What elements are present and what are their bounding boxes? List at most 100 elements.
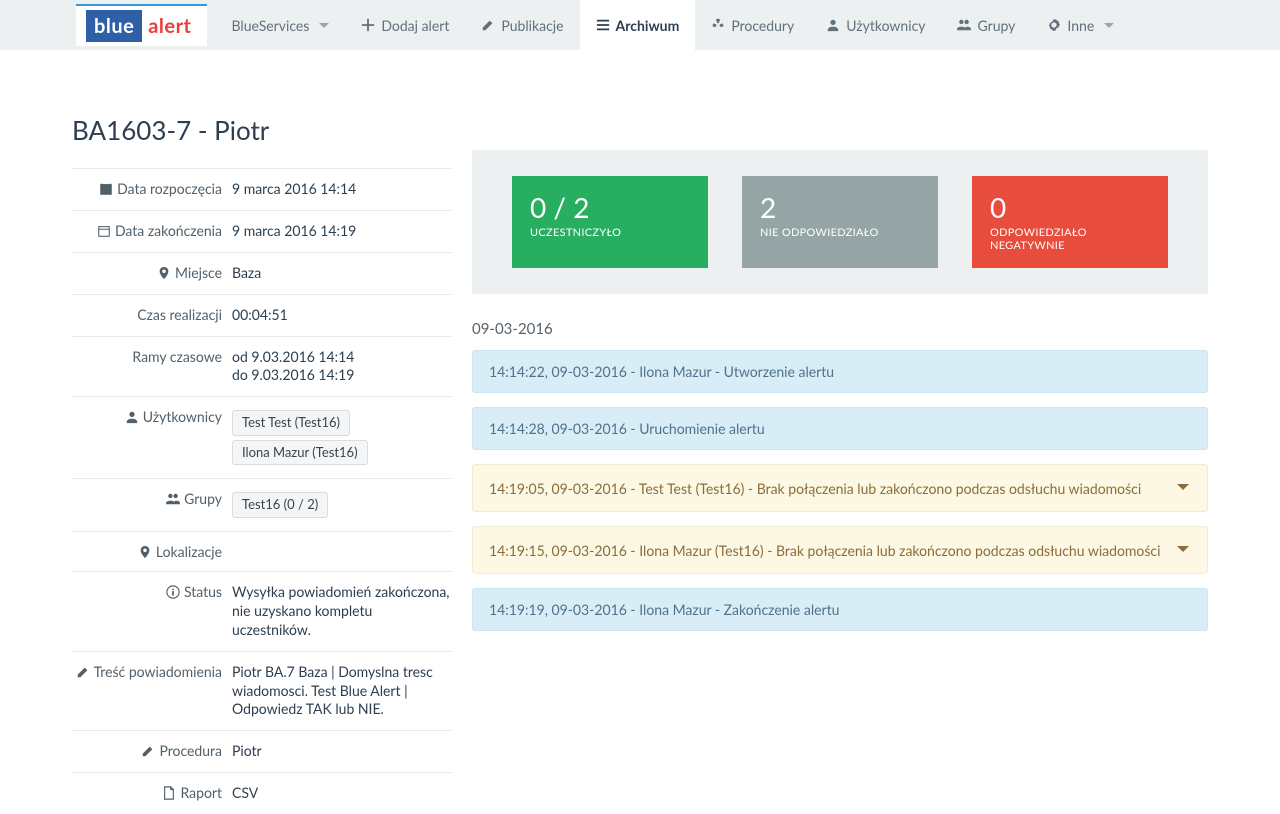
row-start-value: 9 marca 2016 14:14 (232, 169, 452, 211)
users-icon (166, 491, 180, 507)
log-list: 14:14:22, 09-03-2016 - Ilona Mazur - Utw… (472, 350, 1208, 631)
group-tag[interactable]: Test16 (0 / 2) (232, 492, 328, 518)
row-status-value: Wysyłka powiadomień zakończona, nie uzys… (232, 571, 452, 651)
activity-panel: 0 / 2 UCZESTNICZYŁO 2 NIE ODPOWIEDZIAŁO … (472, 114, 1208, 814)
row-message-value: Piotr BA.7 Baza | Domyslna tresc wiadomo… (232, 651, 452, 731)
nav-archiwum-label: Archiwum (616, 17, 680, 34)
calendar-icon (97, 223, 111, 239)
row-end-label: Data zakończenia (115, 222, 222, 239)
nav-uzytkownicy[interactable]: Użytkownicy (810, 0, 941, 50)
row-report-label: Raport (180, 784, 222, 801)
stat-participated-label: UCZESTNICZYŁO (530, 226, 690, 239)
main-navbar: blue alert BlueServices Dodaj alert Publ… (0, 0, 1280, 50)
row-groups-label: Grupy (184, 490, 222, 507)
details-table: Data rozpoczęcia 9 marca 2016 14:14 Data… (72, 168, 452, 814)
list-icon (596, 17, 610, 33)
row-end: Data zakończenia 9 marca 2016 14:19 (72, 210, 452, 252)
nav-blueservices[interactable]: BlueServices (215, 0, 345, 50)
chevron-down-icon[interactable] (1175, 477, 1191, 499)
row-groups: Grupy Test16 (0 / 2) (72, 479, 452, 532)
row-duration-label: Czas realizacji (137, 306, 222, 323)
details-panel: BA1603-7 - Piotr Data rozpoczęcia 9 marc… (72, 114, 452, 814)
log-entry[interactable]: 14:19:05, 09-03-2016 - Test Test (Test16… (472, 464, 1208, 512)
log-entry-text: 14:19:15, 09-03-2016 - Ilona Mazur (Test… (489, 542, 1160, 559)
nav-dodaj-alert-label: Dodaj alert (381, 17, 449, 34)
row-timeframe: Ramy czasowe od 9.03.2016 14:14 do 9.03.… (72, 336, 452, 397)
log-entry: 14:19:19, 09-03-2016 - Ilona Mazur - Zak… (472, 588, 1208, 631)
log-entry-text: 14:19:05, 09-03-2016 - Test Test (Test16… (489, 480, 1141, 497)
nav-publikacje[interactable]: Publikacje (465, 0, 579, 50)
nav-inne-label: Inne (1067, 17, 1094, 34)
stat-neg-reply-label: ODPOWIEDZIAŁO NEGATYWNIE (990, 226, 1150, 252)
user-tag[interactable]: Test Test (Test16) (232, 410, 350, 436)
file-icon (162, 785, 176, 801)
logo-alert: alert (142, 10, 197, 42)
nav-inne[interactable]: Inne (1031, 0, 1130, 50)
logo-blue: blue (86, 10, 142, 42)
row-start: Data rozpoczęcia 9 marca 2016 14:14 (72, 169, 452, 211)
row-procedure-value: Piotr (232, 731, 452, 773)
stat-neg-reply-num: 0 (990, 190, 1150, 224)
row-procedure: Procedura Piotr (72, 731, 452, 773)
row-duration: Czas realizacji 00:04:51 (72, 294, 452, 336)
pencil-icon (141, 743, 155, 759)
nav-procedury-label: Procedury (731, 17, 794, 34)
nav-uzytkownicy-label: Użytkownicy (846, 17, 925, 34)
plus-icon (361, 17, 375, 33)
log-entry: 14:14:22, 09-03-2016 - Ilona Mazur - Utw… (472, 350, 1208, 393)
stats-bar: 0 / 2 UCZESTNICZYŁO 2 NIE ODPOWIEDZIAŁO … (472, 150, 1208, 294)
stat-no-reply-num: 2 (760, 190, 920, 224)
row-status: Status Wysyłka powiadomień zakończona, n… (72, 571, 452, 651)
info-icon (166, 584, 180, 600)
user-icon (125, 409, 139, 425)
stat-participated[interactable]: 0 / 2 UCZESTNICZYŁO (512, 176, 708, 268)
row-place: Miejsce Baza (72, 252, 452, 294)
row-users-label: Użytkownicy (143, 408, 222, 425)
logo[interactable]: blue alert (76, 4, 207, 46)
nav-archiwum[interactable]: Archiwum (580, 0, 696, 50)
log-date: 09-03-2016 (472, 320, 1208, 338)
nav-procedury[interactable]: Procedury (695, 0, 810, 50)
map-pin-icon (138, 544, 152, 560)
stat-no-reply-label: NIE ODPOWIEDZIAŁO (760, 226, 920, 239)
nav-dodaj-alert[interactable]: Dodaj alert (345, 0, 465, 50)
row-locations: Lokalizacje (72, 531, 452, 571)
row-timeframe-label: Ramy czasowe (132, 348, 222, 365)
caret-down-icon (319, 23, 329, 28)
log-entry-text: 14:19:19, 09-03-2016 - Ilona Mazur - Zak… (489, 601, 839, 618)
chevron-down-icon[interactable] (1175, 539, 1191, 561)
map-pin-icon (157, 265, 171, 281)
row-status-label: Status (184, 583, 222, 600)
nav-blueservices-label: BlueServices (231, 17, 309, 34)
user-icon (826, 17, 840, 33)
stat-participated-num: 0 / 2 (530, 190, 690, 224)
report-csv-link[interactable]: CSV (232, 784, 258, 801)
row-start-label: Data rozpoczęcia (117, 180, 222, 197)
row-place-value: Baza (232, 252, 452, 294)
log-entry[interactable]: 14:19:15, 09-03-2016 - Ilona Mazur (Test… (472, 526, 1208, 574)
log-entry-text: 14:14:22, 09-03-2016 - Ilona Mazur - Utw… (489, 363, 834, 380)
log-entry: 14:14:28, 09-03-2016 - Uruchomienie aler… (472, 407, 1208, 450)
row-locations-value (232, 531, 452, 571)
users-icon (957, 17, 971, 33)
pencil-icon (481, 17, 495, 33)
row-locations-label: Lokalizacje (156, 543, 222, 560)
row-report: Raport CSV (72, 773, 452, 814)
row-users: Użytkownicy Test Test (Test16) Ilona Maz… (72, 397, 452, 479)
row-users-value: Test Test (Test16) Ilona Mazur (Test16) (232, 397, 452, 479)
calendar-icon (99, 181, 113, 197)
user-tag[interactable]: Ilona Mazur (Test16) (232, 440, 368, 466)
nav-publikacje-label: Publikacje (501, 17, 563, 34)
row-procedure-label: Procedura (159, 742, 222, 759)
stat-no-reply[interactable]: 2 NIE ODPOWIEDZIAŁO (742, 176, 938, 268)
stat-neg-reply[interactable]: 0 ODPOWIEDZIAŁO NEGATYWNIE (972, 176, 1168, 268)
row-duration-value: 00:04:51 (232, 294, 452, 336)
nav-grupy[interactable]: Grupy (941, 0, 1031, 50)
row-timeframe-value: od 9.03.2016 14:14 do 9.03.2016 14:19 (232, 336, 452, 397)
row-end-value: 9 marca 2016 14:19 (232, 210, 452, 252)
nav-grupy-label: Grupy (977, 17, 1015, 34)
row-groups-value: Test16 (0 / 2) (232, 479, 452, 532)
pencil-icon (76, 664, 90, 680)
log-entry-text: 14:14:28, 09-03-2016 - Uruchomienie aler… (489, 420, 765, 437)
caret-down-icon (1104, 23, 1114, 28)
